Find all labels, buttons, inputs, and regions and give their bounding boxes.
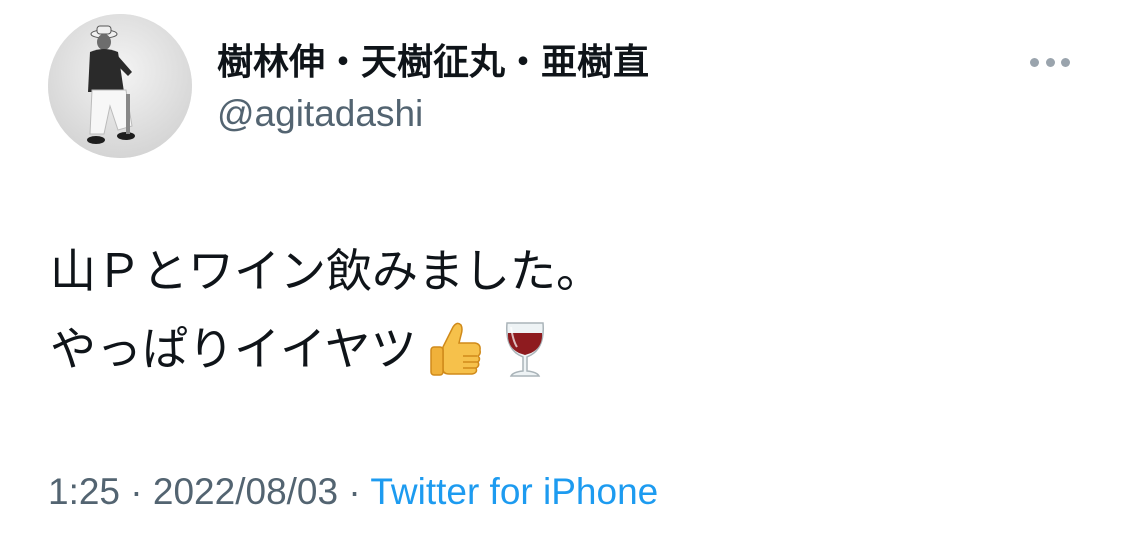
more-horizontal-icon[interactable] — [1026, 48, 1074, 76]
tweet-time[interactable]: 1:25 — [48, 471, 120, 512]
tweet-text-line-1: 山Ｐとワイン飲みました。 — [50, 232, 602, 310]
avatar[interactable] — [48, 14, 192, 158]
tweet-card: 樹林伸・天樹征丸・亜樹直 @agitadashi 山Ｐとワイン飲みました。 やっ… — [0, 0, 1125, 545]
thumbs-up-icon — [423, 317, 487, 381]
tweet-date[interactable]: 2022/08/03 — [153, 471, 338, 512]
more-dot — [1061, 57, 1070, 67]
display-name[interactable]: 樹林伸・天樹征丸・亜樹直 — [217, 40, 649, 84]
tweet-text-line-1-content: 山Ｐとワイン飲みました。 — [50, 244, 602, 298]
more-dot — [1045, 57, 1055, 67]
user-avatar-photo — [48, 14, 192, 158]
tweet-text-line-2-content: やっぱりイイヤツ — [50, 322, 417, 376]
tweet-meta: 1:25 · 2022/08/03 · Twitter for iPhone — [48, 470, 658, 514]
wine-glass-icon — [493, 317, 557, 381]
meta-separator: · — [338, 471, 371, 512]
tweet-text-line-2: やっぱりイイヤツ — [50, 310, 602, 388]
tweet-text: 山Ｐとワイン飲みました。 やっぱりイイヤツ — [50, 232, 602, 388]
user-handle[interactable]: @agitadashi — [217, 92, 423, 136]
more-dot — [1030, 57, 1039, 67]
tweet-source-link[interactable]: Twitter for iPhone — [370, 471, 658, 512]
meta-separator: · — [120, 471, 153, 512]
